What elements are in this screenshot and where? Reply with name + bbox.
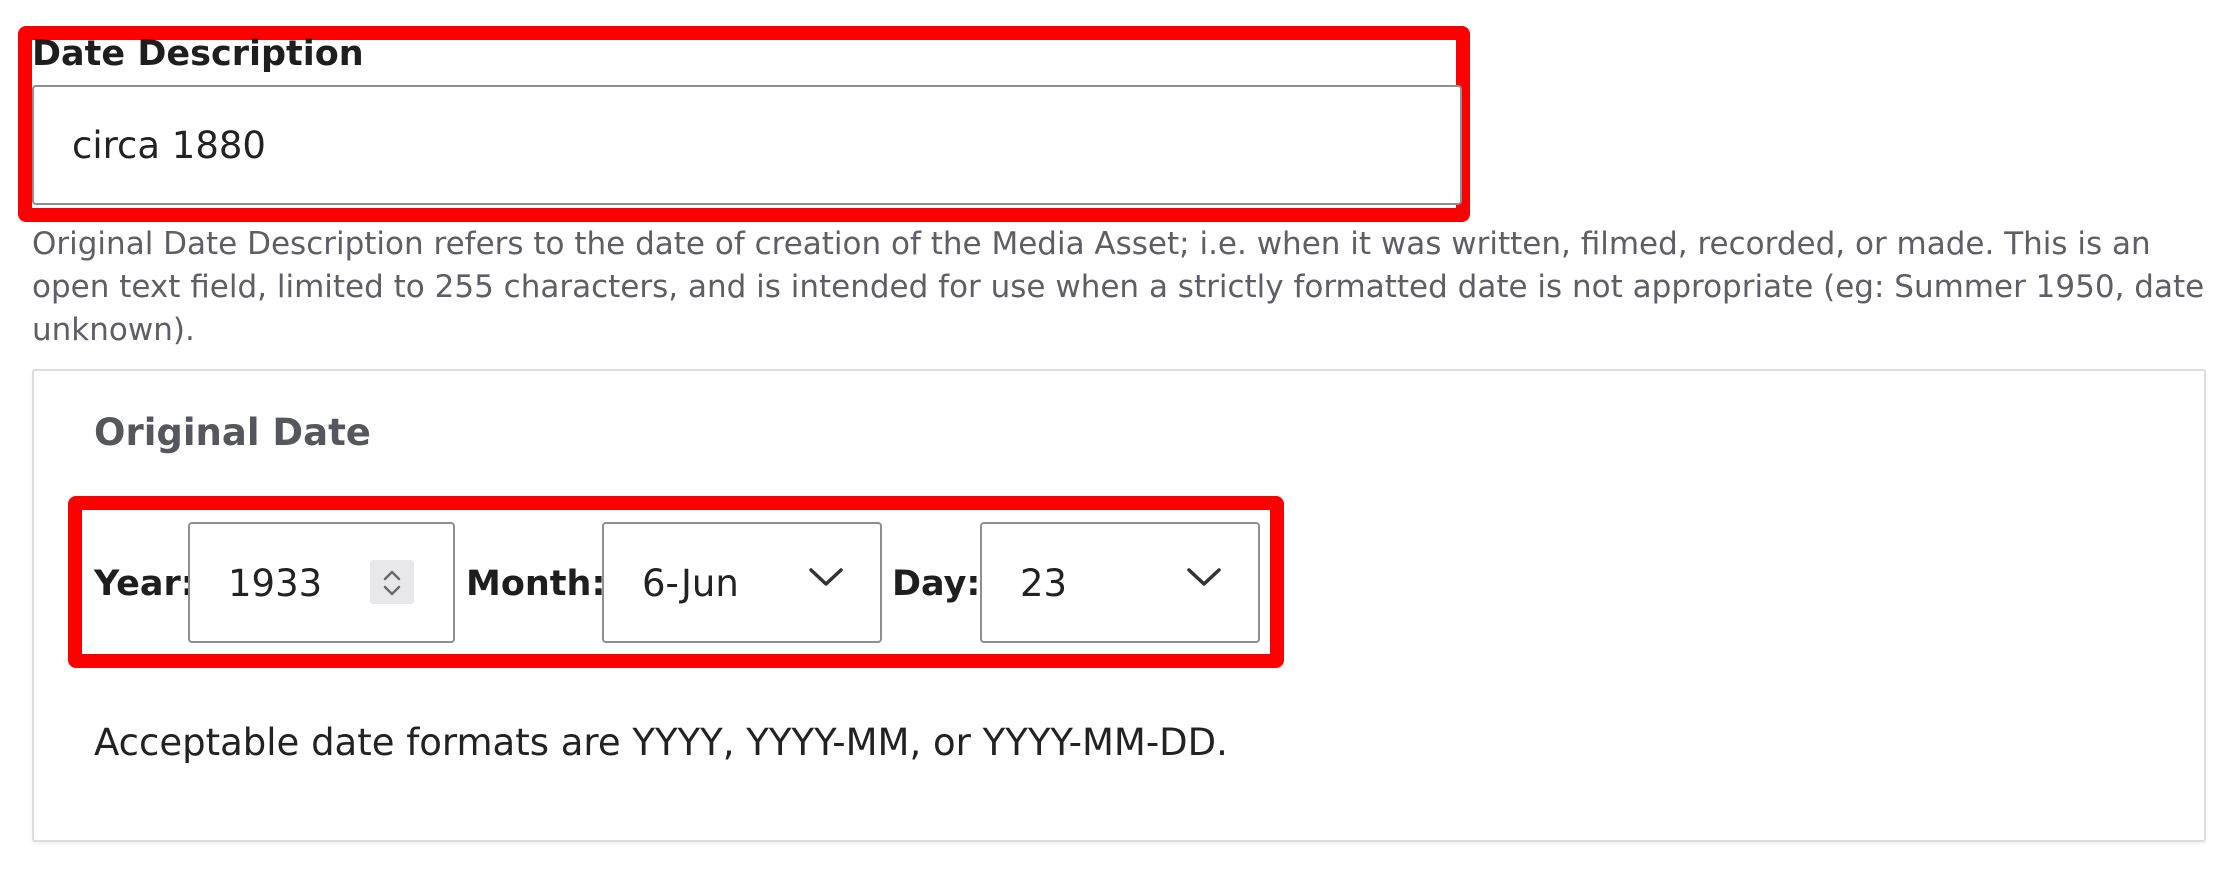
chevron-down-icon — [1186, 564, 1222, 594]
year-value: 1933 — [228, 562, 323, 605]
day-value: 23 — [1020, 562, 1068, 605]
year-input[interactable]: 1933 — [188, 522, 455, 643]
month-label: Month: — [466, 564, 606, 604]
day-label: Day: — [892, 564, 981, 604]
date-description-input[interactable] — [32, 85, 1462, 205]
year-label: Year: — [94, 564, 195, 604]
chevron-down-icon — [808, 564, 844, 594]
date-description-label: Date Description — [32, 34, 364, 74]
original-date-title: Original Date — [94, 411, 371, 454]
spinner-icon[interactable] — [370, 560, 414, 604]
month-select[interactable]: 6-Jun — [602, 522, 882, 643]
day-select[interactable]: 23 — [980, 522, 1260, 643]
date-format-note: Acceptable date formats are YYYY, YYYY-M… — [94, 721, 1228, 764]
month-value: 6-Jun — [642, 562, 739, 605]
date-description-help-text: Original Date Description refers to the … — [32, 226, 2205, 348]
